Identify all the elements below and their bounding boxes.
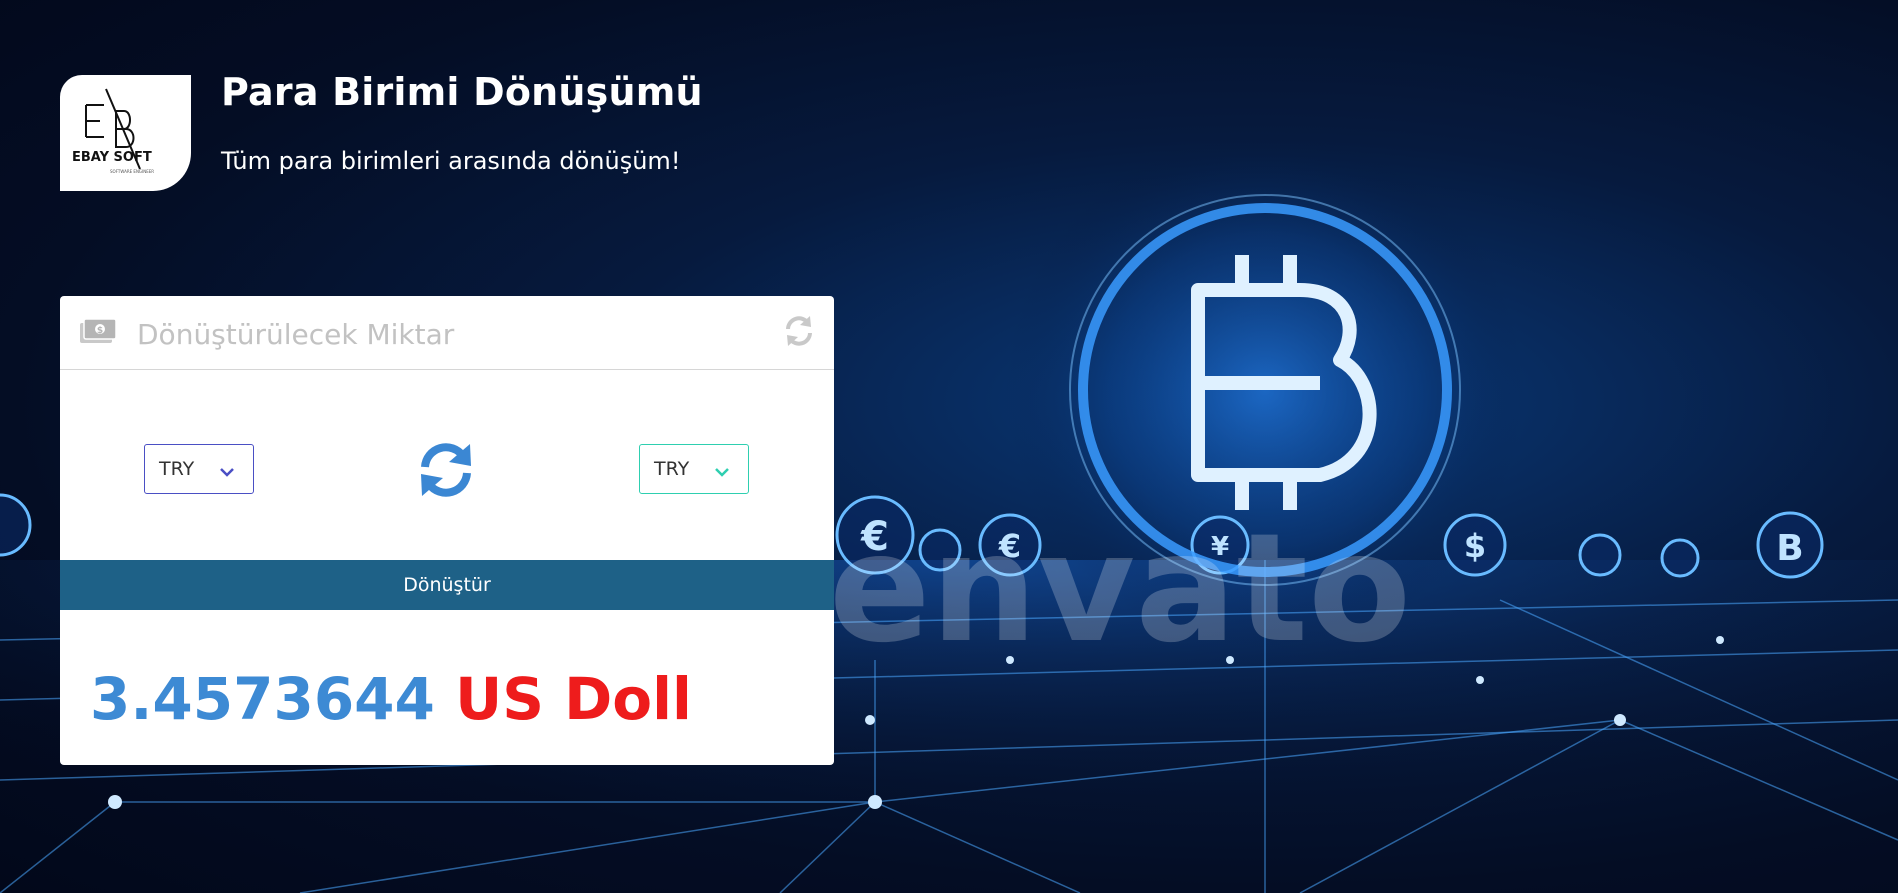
chevron-down-icon (714, 463, 730, 482)
convert-button[interactable]: Dönüştür (60, 560, 834, 610)
conversion-result: 3.4573644 US Doll (90, 670, 692, 728)
svg-text:$: $ (1464, 527, 1486, 565)
to-currency-select[interactable]: TRY (639, 444, 749, 494)
amount-input[interactable] (135, 310, 759, 358)
watermark-text: envato (829, 502, 1411, 676)
result-currency: US Doll (455, 665, 692, 733)
money-bill-icon: $ (79, 318, 117, 352)
to-currency-value: TRY (654, 458, 690, 480)
ebaysoft-logo: EBAY SOFT SOFTWARE ENGINEER (60, 75, 191, 191)
from-currency-value: TRY (159, 458, 195, 480)
page-subtitle: Tüm para birimleri arasında dönüşüm! (221, 147, 681, 175)
page-title: Para Birimi Dönüşümü (221, 70, 703, 114)
svg-text:$: $ (97, 326, 103, 336)
from-currency-select[interactable]: TRY (144, 444, 254, 494)
chevron-down-icon (219, 463, 235, 482)
svg-text:B: B (1776, 528, 1803, 569)
converter-card: $ TRY TRY Dönüşt (60, 296, 834, 765)
refresh-icon[interactable] (782, 314, 816, 352)
result-value: 3.4573644 (90, 665, 435, 733)
logo-text: EBAY SOFT (72, 150, 152, 165)
swap-currencies-button[interactable] (416, 440, 476, 504)
amount-input-group: $ (60, 296, 834, 370)
logo-tagline: SOFTWARE ENGINEER (110, 169, 154, 174)
